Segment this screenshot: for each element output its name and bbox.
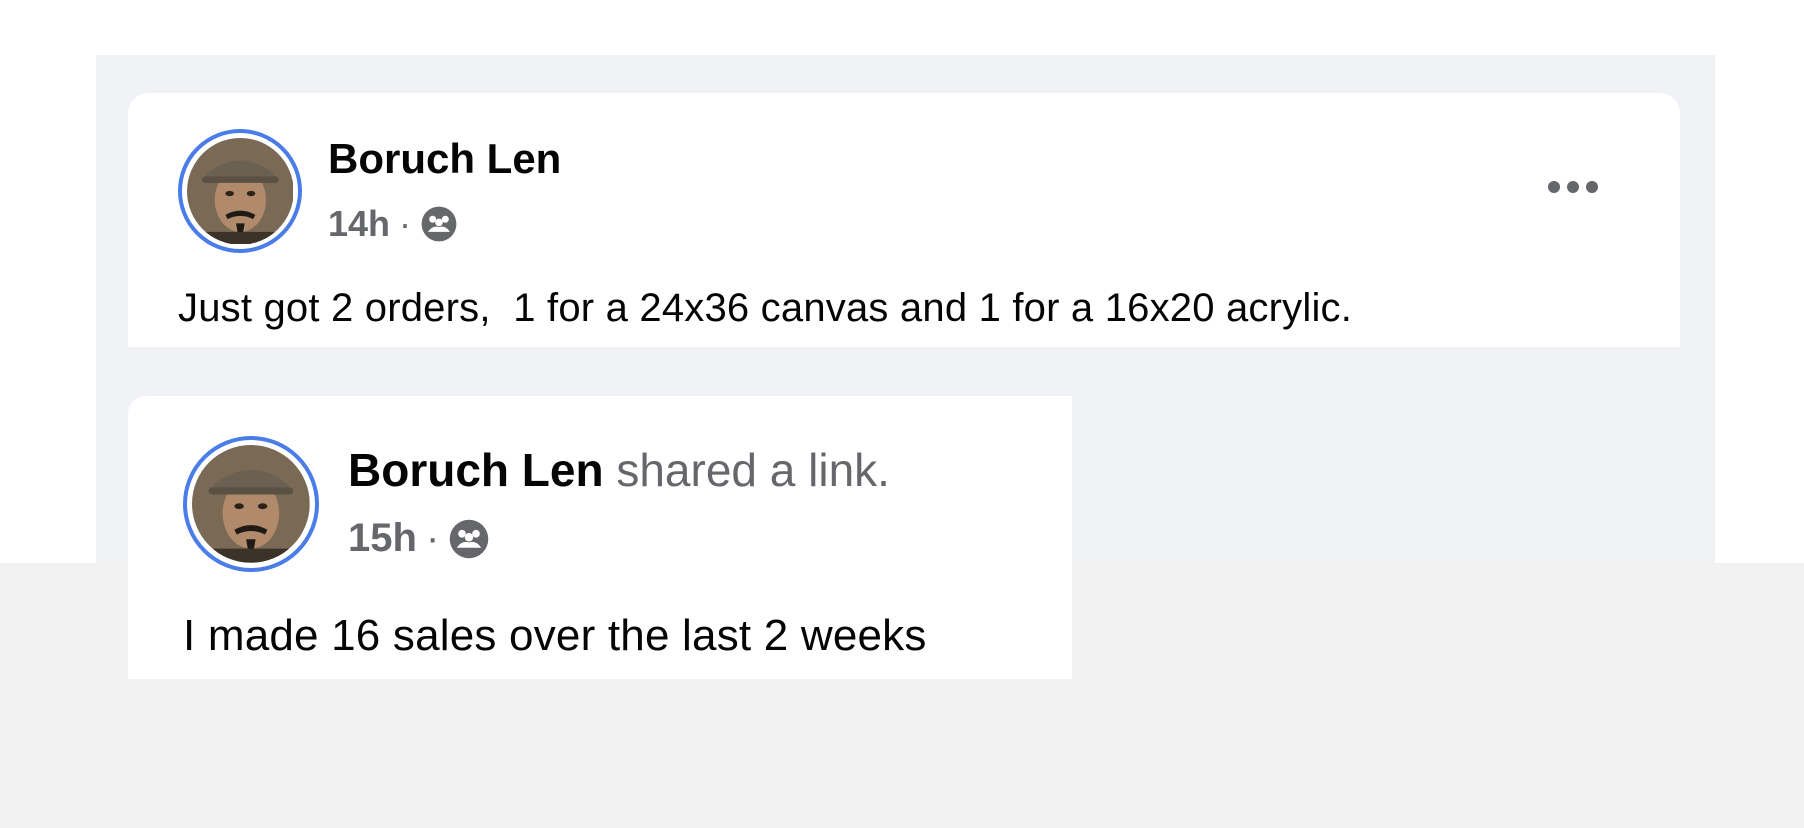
post-meta: 15h · (348, 516, 490, 561)
post-card: Boruch Len shared a link. 15h · I made 1… (128, 396, 1072, 679)
post-header-line: Boruch Len shared a link. (348, 443, 890, 497)
group-icon (448, 518, 490, 560)
post-body: I made 16 sales over the last 2 weeks (183, 611, 927, 660)
post-action-text: shared a link. (616, 444, 890, 496)
post-timestamp[interactable]: 14h (328, 203, 390, 245)
post-card: Boruch Len 14h · Just got 2 orders, 1 fo… (128, 93, 1680, 347)
meta-separator: · (425, 516, 440, 560)
group-icon (420, 205, 458, 243)
post-meta: 14h · (328, 203, 458, 245)
profile-photo (186, 137, 294, 245)
post-body: Just got 2 orders, 1 for a 24x36 canvas … (178, 286, 1353, 330)
author-name-text[interactable]: Boruch Len (348, 444, 604, 496)
post-timestamp[interactable]: 15h (348, 516, 417, 561)
avatar[interactable] (178, 129, 302, 253)
meta-separator: · (399, 203, 412, 244)
author-name-text[interactable]: Boruch Len (328, 135, 561, 182)
more-options-button[interactable] (1538, 173, 1608, 201)
profile-photo (192, 445, 310, 563)
author-name[interactable]: Boruch Len (328, 135, 561, 183)
page: Boruch Len 14h · Just got 2 orders, 1 fo… (0, 0, 1804, 828)
more-options-icon (1548, 181, 1598, 193)
avatar[interactable] (183, 436, 319, 572)
